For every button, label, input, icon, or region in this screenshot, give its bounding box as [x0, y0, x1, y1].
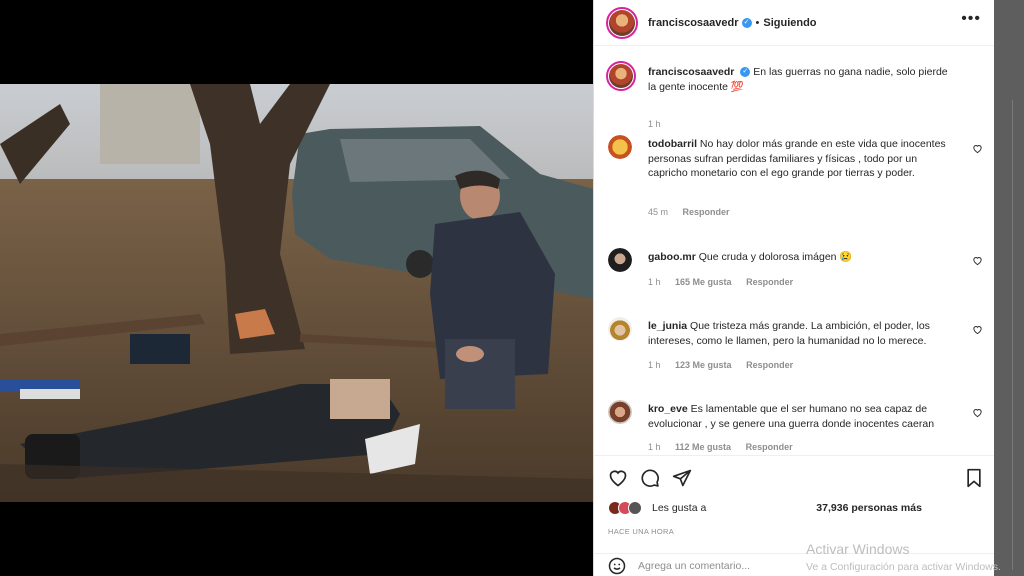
header-separator: • — [755, 16, 760, 29]
comment-time[interactable]: 1 h — [648, 360, 661, 370]
post-photo[interactable] — [0, 84, 593, 502]
caption-time[interactable]: 1 h — [648, 119, 661, 129]
post-media-pane — [0, 0, 593, 576]
likes-summary: Les gusta a 37,936 personas más — [608, 501, 922, 515]
author-username[interactable]: franciscosaavedr — [648, 17, 739, 29]
emoji-icon[interactable] — [608, 557, 626, 575]
comments-list[interactable]: franciscosaavedr ✓ En las guerras no gan… — [594, 47, 995, 455]
comment-time[interactable]: 1 h — [648, 277, 661, 287]
comment-bubble-icon[interactable] — [640, 468, 660, 488]
likes-count[interactable]: 37,936 personas más — [816, 502, 922, 514]
comment-username[interactable]: todobarril — [648, 138, 697, 150]
like-comment-heart-icon[interactable] — [972, 407, 983, 418]
comment-body: Que tristeza más grande. La ambición, el… — [648, 320, 930, 347]
author-avatar[interactable] — [606, 6, 638, 39]
post-side-panel: franciscosaavedr ✓ • Siguiendo ••• franc… — [593, 0, 995, 576]
add-comment-bar — [594, 553, 995, 576]
caption-username[interactable]: franciscosaavedr — [648, 66, 734, 78]
scrollbar-track[interactable] — [1012, 100, 1013, 570]
add-comment-input[interactable] — [638, 559, 888, 572]
comment-time[interactable]: 1 h — [648, 442, 661, 452]
comment-text: le_junia Que tristeza más grande. La amb… — [648, 319, 953, 348]
commenter-avatar[interactable] — [608, 248, 632, 272]
like-comment-heart-icon[interactable] — [972, 324, 983, 335]
reply-button[interactable]: Responder — [683, 207, 730, 217]
comment-meta: 45 m Responder — [648, 207, 742, 217]
comment-meta: 1 h 112 Me gusta Responder — [648, 442, 805, 452]
commenter-avatar[interactable] — [608, 317, 632, 341]
comment-text: gaboo.mr Que cruda y dolorosa imágen 😢 — [648, 250, 953, 265]
post-time-ago[interactable]: HACE UNA HORA — [608, 527, 674, 536]
caption-author-avatar[interactable] — [606, 61, 636, 91]
comment-likes[interactable]: 112 Me gusta — [675, 442, 731, 452]
comment-body: Es lamentable que el ser humano no sea c… — [648, 403, 935, 430]
like-comment-heart-icon[interactable] — [972, 143, 983, 154]
commenter-avatar[interactable] — [608, 400, 632, 424]
comment-time[interactable]: 45 m — [648, 207, 668, 217]
comment-username[interactable]: kro_eve — [648, 403, 688, 415]
page-scroll-gutter — [994, 0, 1024, 576]
reply-button[interactable]: Responder — [746, 360, 793, 370]
comment-username[interactable]: gaboo.mr — [648, 251, 696, 263]
following-button[interactable]: Siguiendo — [763, 17, 816, 29]
comment-text: todobarril No hay dolor más grande en es… — [648, 137, 953, 181]
comment-username[interactable]: le_junia — [648, 320, 687, 332]
share-paper-plane-icon[interactable] — [672, 468, 692, 488]
reply-button[interactable]: Responder — [746, 442, 793, 452]
liker-avatar[interactable] — [628, 501, 642, 515]
comment-meta: 1 h 165 Me gusta Responder — [648, 277, 805, 287]
post-actions: Les gusta a 37,936 personas más HACE UNA… — [594, 455, 995, 576]
verified-badge-icon: ✓ — [740, 67, 751, 78]
verified-badge-icon: ✓ — [741, 17, 752, 28]
comment-body: Que cruda y dolorosa imágen 😢 — [698, 251, 853, 263]
comment-text: kro_eve Es lamentable que el ser humano … — [648, 402, 953, 431]
post-header: franciscosaavedr ✓ • Siguiendo ••• — [594, 0, 995, 46]
like-comment-heart-icon[interactable] — [972, 255, 983, 266]
reply-button[interactable]: Responder — [746, 277, 793, 287]
comment-likes[interactable]: 165 Me gusta — [675, 277, 732, 287]
caption-meta: 1 h — [648, 119, 673, 129]
save-bookmark-icon[interactable] — [964, 468, 984, 488]
caption-text: franciscosaavedr ✓ En las guerras no gan… — [648, 65, 953, 94]
more-options-icon[interactable]: ••• — [961, 10, 981, 28]
like-heart-icon[interactable] — [608, 468, 628, 488]
commenter-avatar[interactable] — [608, 135, 632, 159]
likes-prefix: Les gusta a — [652, 502, 707, 514]
comment-likes[interactable]: 123 Me gusta — [675, 360, 732, 370]
comment-meta: 1 h 123 Me gusta Responder — [648, 360, 805, 370]
